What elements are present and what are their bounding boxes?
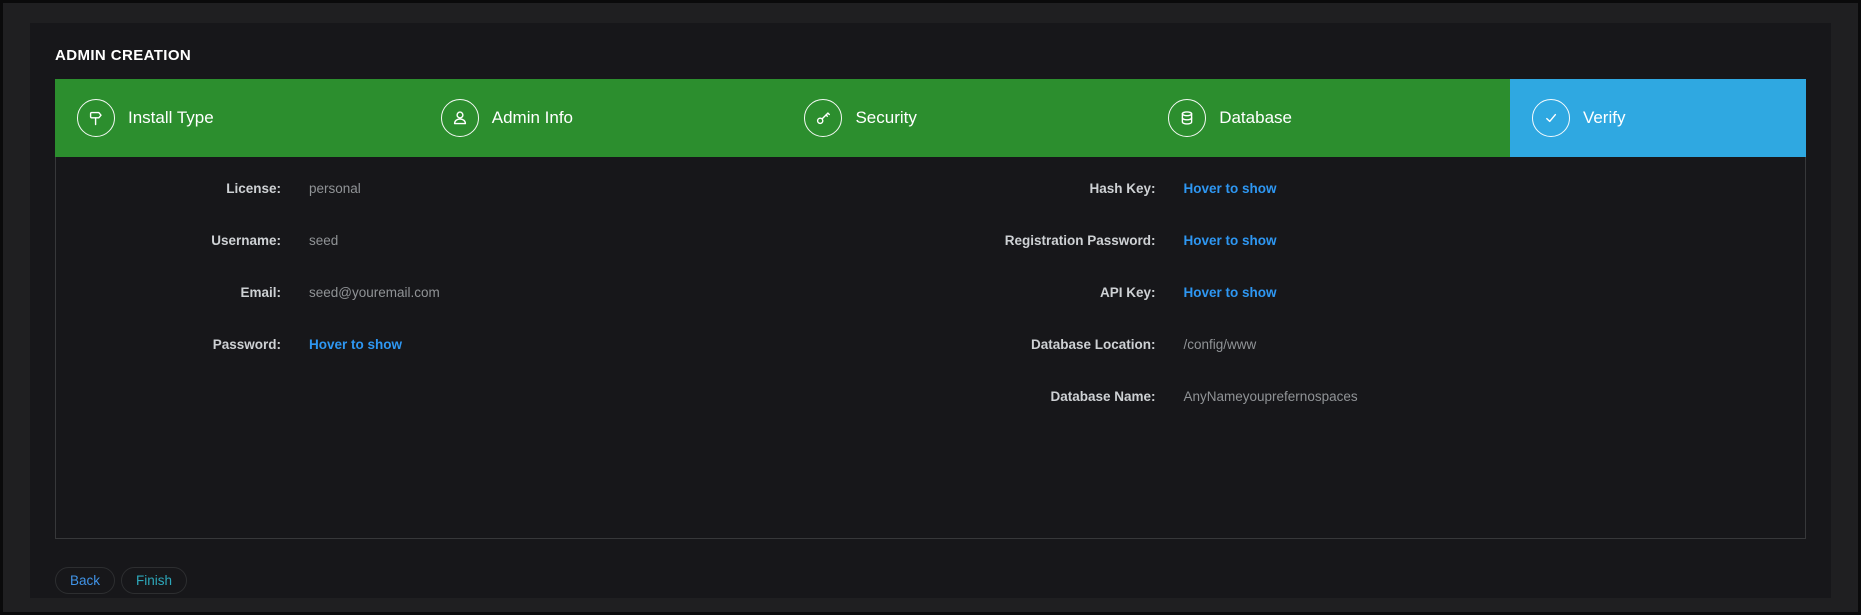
- summary-row-api-key: API Key: Hover to show: [931, 285, 1806, 301]
- user-icon: [441, 99, 479, 137]
- signpost-icon: [77, 99, 115, 137]
- field-label: Database Location:: [931, 337, 1156, 353]
- step-label: Security: [855, 108, 916, 128]
- field-label: Registration Password:: [931, 233, 1156, 249]
- field-value: seed@youremail.com: [309, 285, 440, 301]
- step-install-type[interactable]: Install Type: [55, 79, 419, 157]
- summary-row-username: Username: seed: [56, 233, 931, 249]
- summary-row-hash-key: Hash Key: Hover to show: [931, 181, 1806, 197]
- field-value: personal: [309, 181, 361, 197]
- summary-right-column: Hash Key: Hover to show Registration Pas…: [931, 181, 1806, 441]
- field-label: Hash Key:: [931, 181, 1156, 197]
- page-title: ADMIN CREATION: [55, 48, 1806, 64]
- step-verify[interactable]: Verify: [1510, 79, 1806, 157]
- finish-button[interactable]: Finish: [121, 567, 187, 594]
- app-background: ADMIN CREATION Install Type: [3, 3, 1858, 612]
- admin-creation-card: ADMIN CREATION Install Type: [30, 23, 1831, 598]
- hover-to-show-link[interactable]: Hover to show: [1184, 181, 1277, 197]
- summary-row-registration-password: Registration Password: Hover to show: [931, 233, 1806, 249]
- step-label: Verify: [1583, 108, 1626, 128]
- database-icon: [1168, 99, 1206, 137]
- field-label: License:: [56, 181, 281, 197]
- field-label: Email:: [56, 285, 281, 301]
- wizard-footer-actions: Back Finish: [55, 567, 1806, 594]
- step-admin-info[interactable]: Admin Info: [419, 79, 783, 157]
- summary-row-password: Password: Hover to show: [56, 337, 931, 353]
- field-label: Database Name:: [931, 389, 1156, 405]
- field-label: API Key:: [931, 285, 1156, 301]
- step-database[interactable]: Database: [1146, 79, 1510, 157]
- back-button[interactable]: Back: [55, 567, 115, 594]
- hover-to-show-link[interactable]: Hover to show: [1184, 233, 1277, 249]
- summary-row-email: Email: seed@youremail.com: [56, 285, 931, 301]
- hover-to-show-link[interactable]: Hover to show: [309, 337, 402, 353]
- wizard-stepper: Install Type Admin Info: [55, 79, 1806, 157]
- summary-left-column: License: personal Username: seed Email: …: [56, 181, 931, 441]
- field-label: Password:: [56, 337, 281, 353]
- step-label: Install Type: [128, 108, 214, 128]
- field-label: Username:: [56, 233, 281, 249]
- summary-row-database-name: Database Name: AnyNameyouprefernospaces: [931, 389, 1806, 405]
- field-value: AnyNameyouprefernospaces: [1184, 389, 1358, 405]
- hover-to-show-link[interactable]: Hover to show: [1184, 285, 1277, 301]
- step-security[interactable]: Security: [782, 79, 1146, 157]
- field-value: seed: [309, 233, 338, 249]
- summary-row-license: License: personal: [56, 181, 931, 197]
- field-value: /config/www: [1184, 337, 1257, 353]
- verify-summary-panel: License: personal Username: seed Email: …: [55, 157, 1806, 539]
- key-icon: [804, 99, 842, 137]
- step-label: Admin Info: [492, 108, 573, 128]
- check-icon: [1532, 99, 1570, 137]
- summary-row-database-location: Database Location: /config/www: [931, 337, 1806, 353]
- step-label: Database: [1219, 108, 1292, 128]
